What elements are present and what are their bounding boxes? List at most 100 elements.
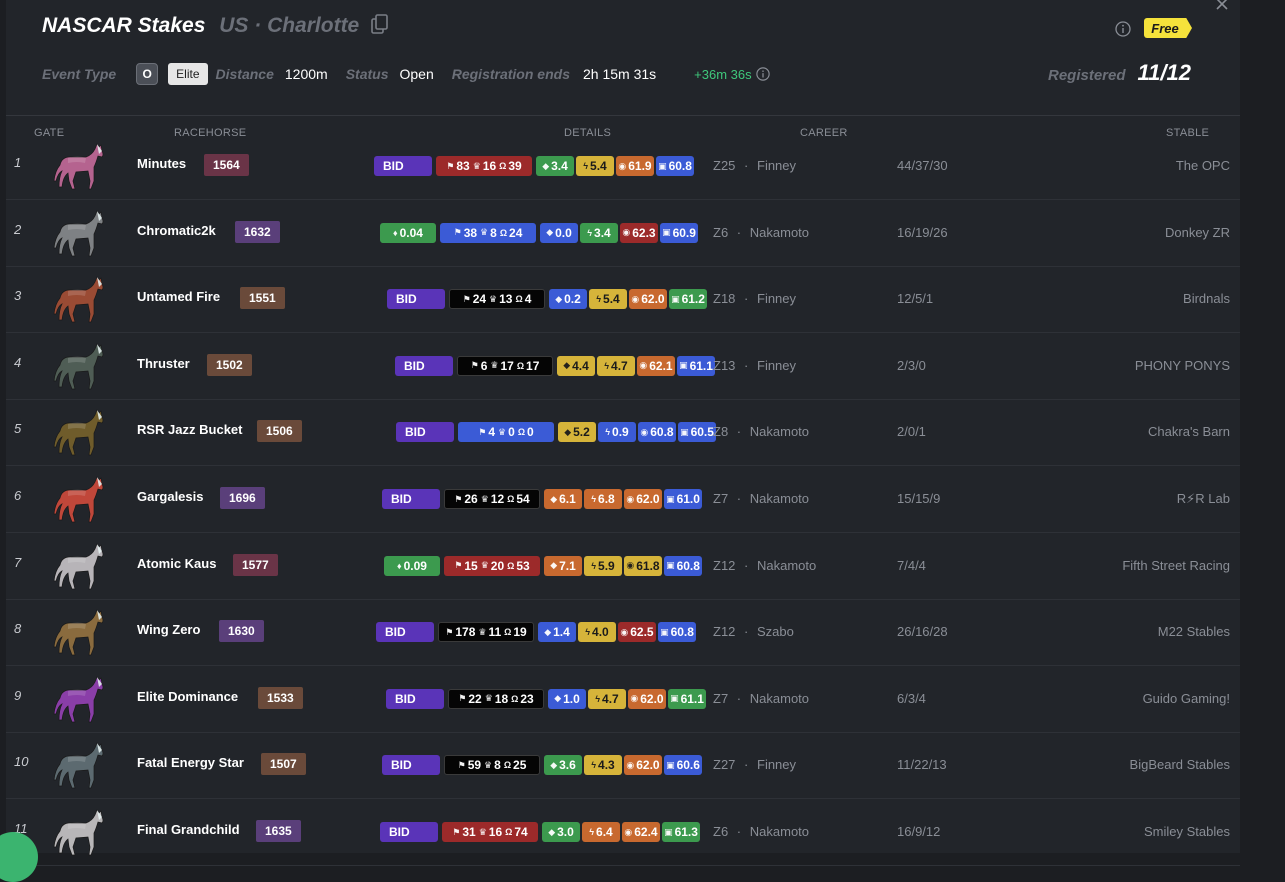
horse-avatar[interactable] <box>50 274 106 324</box>
medal-icon: ◉ <box>624 826 633 837</box>
horse-row[interactable]: 7 Atomic Kaus 1577 ♦ 0.09 ⚑ 15 ♛ 20 Ω 53… <box>6 533 1240 600</box>
bid-button[interactable]: BID <box>382 489 440 509</box>
stable-name[interactable]: Chakra's Barn <box>1148 424 1230 439</box>
attribute-badge: ϟ 5.9 <box>584 555 622 576</box>
stats-places: 53 <box>516 558 530 573</box>
trophy-icon: ♛ <box>498 426 507 437</box>
fuel-icon: ▣ <box>671 293 680 304</box>
bolt-icon: ϟ <box>587 227 593 238</box>
jockey: Finney <box>757 757 797 773</box>
bid-button[interactable]: BID <box>387 289 445 310</box>
horse-name[interactable]: Final Grandchild <box>137 822 240 837</box>
info-icon[interactable] <box>1115 21 1131 37</box>
info-icon[interactable] <box>755 67 770 81</box>
horse-name[interactable]: Wing Zero <box>137 622 200 637</box>
horse-avatar[interactable] <box>50 807 106 857</box>
close-icon[interactable] <box>1214 0 1230 12</box>
copy-icon[interactable] <box>371 14 389 34</box>
horse-avatar[interactable] <box>50 407 106 457</box>
horse-avatar[interactable] <box>50 541 106 591</box>
fuel-icon: ▣ <box>666 560 675 571</box>
horse-name[interactable]: Gargalesis <box>137 489 204 504</box>
bid-button[interactable]: BID <box>386 688 444 709</box>
horse-avatar[interactable] <box>50 674 106 724</box>
race-stats: ⚑ 15 ♛ 20 Ω 53 <box>444 555 540 576</box>
career-info: Z7 · Nakamoto <box>713 690 810 706</box>
horse-avatar[interactable] <box>50 208 106 258</box>
stable-name[interactable]: Birdnals <box>1183 291 1230 306</box>
stable-name[interactable]: Guido Gaming! <box>1143 691 1230 706</box>
horse-row[interactable]: 5 RSR Jazz Bucket 1506 BID ⚑ 4 ♛ 0 Ω 0 ◆… <box>6 399 1240 467</box>
bid-button[interactable]: BID <box>395 355 453 376</box>
trophy-icon: ♛ <box>489 293 498 304</box>
attribute-value: 4.7 <box>611 358 628 373</box>
stats-wins: 8 <box>494 758 501 773</box>
horse-row[interactable]: 8 Wing Zero 1630 BID ⚑ 178 ♛ 11 Ω 19 ◆ 1… <box>6 599 1240 667</box>
stable-name[interactable]: BigBeard Stables <box>1130 757 1230 772</box>
stable-name[interactable]: Smiley Stables <box>1144 824 1230 839</box>
stable-name[interactable]: M22 Stables <box>1158 624 1230 639</box>
gauge-icon: ◆ <box>564 426 572 437</box>
flag-icon: ⚑ <box>452 826 461 837</box>
attribute-value: 61.9 <box>628 159 652 173</box>
rating-badge: 1577 <box>233 553 278 576</box>
horse-row[interactable]: 2 Chromatic2k 1632 ♦ 0.04 ⚑ 38 ♛ 8 Ω 24 … <box>6 200 1240 267</box>
horse-row[interactable]: 3 Untamed Fire 1551 BID ⚑ 24 ♛ 13 Ω 4 ◆ … <box>6 266 1240 334</box>
stable-name[interactable]: R⚡R Lab <box>1177 491 1230 507</box>
flag-icon: ⚑ <box>457 759 466 770</box>
horse-name[interactable]: Minutes <box>137 156 186 171</box>
eth-icon: ♦ <box>393 227 398 238</box>
stable-name[interactable]: The OPC <box>1176 158 1230 173</box>
gauge-icon: ◆ <box>550 759 558 770</box>
stable-name[interactable]: Fifth Street Racing <box>1122 558 1230 573</box>
horse-avatar[interactable] <box>50 474 106 524</box>
flag-icon: ⚑ <box>470 360 479 371</box>
zone: Z18 <box>713 291 736 307</box>
horse-name[interactable]: Atomic Kaus <box>137 556 216 571</box>
medal-icon: ◉ <box>631 293 640 304</box>
horse-row[interactable]: 1 Minutes 1564 BID ⚑ 83 ♛ 16 Ω 39 ◆ 3.4 … <box>6 133 1240 200</box>
flag-icon: ⚑ <box>454 560 463 571</box>
zone: Z12 <box>713 557 736 573</box>
medal-icon: ◉ <box>626 759 635 770</box>
race-stats: ⚑ 24 ♛ 13 Ω 4 <box>449 289 545 310</box>
stable-name[interactable]: PHONY PONYS <box>1135 358 1230 373</box>
stats-wins: 16 <box>488 825 503 839</box>
horse-name[interactable]: Untamed Fire <box>137 289 220 304</box>
horse-row[interactable]: 6 Gargalesis 1696 BID ⚑ 26 ♛ 12 Ω 54 ◆ 6… <box>6 466 1240 533</box>
attribute-value: 61.2 <box>681 292 705 307</box>
bid-button[interactable]: BID <box>376 622 434 643</box>
horse-name[interactable]: Chromatic2k <box>137 223 216 238</box>
price-button[interactable]: ♦ 0.09 <box>384 555 440 576</box>
horse-name[interactable]: Elite Dominance <box>137 689 238 704</box>
stats-places: 17 <box>526 358 540 373</box>
attribute-badge: ϟ 4.7 <box>588 688 626 709</box>
horse-avatar[interactable] <box>50 607 106 657</box>
horse-name[interactable]: RSR Jazz Bucket <box>137 422 242 437</box>
horse-avatar[interactable] <box>50 141 106 191</box>
stats-races: 26 <box>464 492 478 506</box>
horse-details: ♦ 0.04 ⚑ 38 ♛ 8 Ω 24 ◆ 0.0 ϟ 3.4 ◉ 62.3 … <box>380 222 700 243</box>
race-stats: ⚑ 178 ♛ 11 Ω 19 <box>438 622 534 643</box>
attribute-value: 0.9 <box>612 425 629 440</box>
horse-row[interactable]: 11 Final Grandchild 1635 BID ⚑ 31 ♛ 16 Ω… <box>6 799 1240 866</box>
bid-button[interactable]: BID <box>382 755 440 776</box>
horse-row[interactable]: 10 Fatal Energy Star 1507 BID ⚑ 59 ♛ 8 Ω… <box>6 732 1240 800</box>
horse-details: BID ⚑ 26 ♛ 12 Ω 54 ◆ 6.1 ϟ 6.8 ◉ 62.0 ▣ … <box>382 489 704 509</box>
horse-name[interactable]: Thruster <box>137 356 190 371</box>
attribute-value: 60.8 <box>676 558 700 573</box>
stats-races: 15 <box>464 558 478 573</box>
attribute-value: 60.8 <box>668 159 692 173</box>
horse-avatar[interactable] <box>50 740 106 790</box>
horse-avatar[interactable] <box>50 341 106 391</box>
bid-button[interactable]: BID <box>380 822 438 842</box>
price-button[interactable]: ♦ 0.04 <box>380 222 436 243</box>
horse-details: BID ⚑ 59 ♛ 8 Ω 25 ◆ 3.6 ϟ 4.3 ◉ 62.0 ▣ 6… <box>382 755 704 776</box>
bid-button[interactable]: BID <box>396 422 454 443</box>
bid-button[interactable]: BID <box>374 156 432 176</box>
horse-row[interactable]: 9 Elite Dominance 1533 BID ⚑ 22 ♛ 18 Ω 2… <box>6 666 1240 733</box>
stable-name[interactable]: Donkey ZR <box>1165 225 1230 240</box>
horse-name[interactable]: Fatal Energy Star <box>137 755 244 770</box>
career-record: 44/37/30 <box>897 158 948 173</box>
horse-row[interactable]: 4 Thruster 1502 BID ⚑ 6 ♛ 17 Ω 17 ◆ 4.4 … <box>6 333 1240 400</box>
